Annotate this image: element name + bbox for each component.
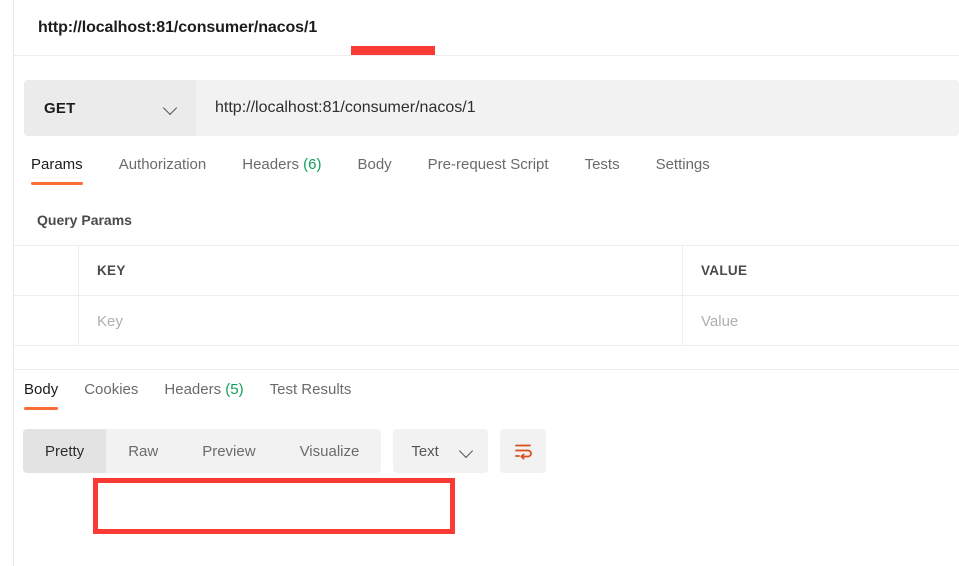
response-tab-headers-count: (5) xyxy=(225,381,244,398)
query-params-table: KEY VALUE Key Value xyxy=(14,245,959,346)
view-mode-pretty-label: Pretty xyxy=(45,442,85,460)
tab-headers-count: (6) xyxy=(303,156,322,173)
tab-params[interactable]: Params xyxy=(31,150,83,188)
tab-body[interactable]: Body xyxy=(357,150,391,188)
row-checkbox-cell[interactable] xyxy=(14,296,79,346)
http-method-selector[interactable]: GET xyxy=(24,80,196,136)
view-mode-visualize[interactable]: Visualize xyxy=(278,429,382,473)
response-tabs: Body Cookies Headers (5) Test Results xyxy=(14,375,959,419)
tab-settings-label: Settings xyxy=(655,156,710,173)
tab-settings[interactable]: Settings xyxy=(656,150,710,188)
response-body-code[interactable]: 1 nacos port: 9088 id1 xyxy=(14,484,959,544)
view-mode-preview-label: Preview xyxy=(202,442,256,460)
url-highlight-annotation xyxy=(351,46,435,55)
chevron-down-icon xyxy=(164,101,178,115)
tab-headers[interactable]: Headers (6) xyxy=(242,150,321,188)
header-value-cell: VALUE xyxy=(683,246,959,295)
tab-authorization-label: Authorization xyxy=(118,156,207,173)
tab-tests-label: Tests xyxy=(584,156,620,173)
column-header-key: KEY xyxy=(97,263,126,278)
response-view-mode-group: Pretty Raw Preview Visualize xyxy=(23,429,382,473)
tab-tests[interactable]: Tests xyxy=(585,150,620,188)
tab-authorization[interactable]: Authorization xyxy=(119,150,207,188)
response-tab-headers-label: Headers xyxy=(164,381,222,398)
row-key-cell[interactable]: Key xyxy=(79,296,683,346)
key-input-placeholder: Key xyxy=(97,312,123,330)
postman-request-view: http://localhost:81/consumer/nacos/1 GET… xyxy=(0,0,959,566)
request-tabs: Params Authorization Headers (6) Body Pr… xyxy=(14,150,959,194)
view-mode-pretty[interactable]: Pretty xyxy=(23,429,107,473)
response-body-toolbar: Pretty Raw Preview Visualize Text xyxy=(23,429,547,473)
header-checkbox-cell xyxy=(14,246,79,295)
response-format-label: Text xyxy=(411,442,439,460)
request-title-bar: http://localhost:81/consumer/nacos/1 xyxy=(14,0,959,56)
response-section-divider xyxy=(14,369,959,370)
page-title: http://localhost:81/consumer/nacos/1 xyxy=(38,18,318,36)
query-params-heading: Query Params xyxy=(37,212,132,228)
tab-headers-label: Headers xyxy=(242,156,299,173)
response-tab-test-results-label: Test Results xyxy=(269,381,352,398)
table-header-row: KEY VALUE xyxy=(14,246,959,296)
value-input-placeholder: Value xyxy=(701,312,739,330)
response-format-select[interactable]: Text xyxy=(393,429,489,473)
row-value-cell[interactable]: Value xyxy=(683,296,959,346)
url-bar: GET http://localhost:81/consumer/nacos/1 xyxy=(24,80,959,136)
response-tab-body[interactable]: Body xyxy=(24,375,59,413)
tab-pre-request-script-label: Pre-request Script xyxy=(427,156,549,173)
wrap-text-icon xyxy=(515,444,533,460)
chevron-down-icon xyxy=(460,444,474,458)
wrap-text-button[interactable] xyxy=(500,429,547,473)
view-mode-preview[interactable]: Preview xyxy=(180,429,277,473)
http-method-label: GET xyxy=(44,99,76,117)
response-tab-cookies-label: Cookies xyxy=(84,381,139,398)
header-key-cell: KEY xyxy=(79,246,683,295)
url-input-value: http://localhost:81/consumer/nacos/1 xyxy=(215,99,476,116)
tab-pre-request-script[interactable]: Pre-request Script xyxy=(428,150,549,188)
view-mode-raw[interactable]: Raw xyxy=(106,429,180,473)
view-mode-visualize-label: Visualize xyxy=(299,442,360,460)
response-tab-headers[interactable]: Headers (5) xyxy=(164,375,243,413)
tab-params-label: Params xyxy=(31,156,83,173)
response-tab-body-label: Body xyxy=(24,381,59,398)
response-tab-cookies[interactable]: Cookies xyxy=(84,375,138,413)
url-input[interactable]: http://localhost:81/consumer/nacos/1 xyxy=(196,80,959,136)
column-header-value: VALUE xyxy=(701,263,748,278)
response-tab-test-results[interactable]: Test Results xyxy=(270,375,352,413)
tab-body-label: Body xyxy=(357,156,392,173)
table-row[interactable]: Key Value xyxy=(14,296,959,346)
view-mode-raw-label: Raw xyxy=(128,442,159,460)
